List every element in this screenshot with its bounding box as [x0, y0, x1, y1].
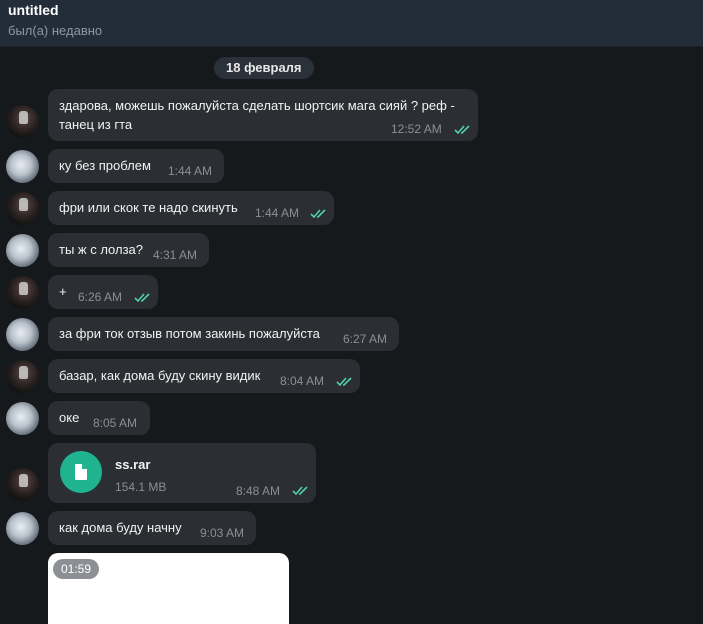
- avatar[interactable]: [6, 318, 39, 351]
- message-bubble[interactable]: здарова, можешь пожалуйста сделать шортс…: [48, 89, 478, 141]
- message-text: базар, как дома буду скину видик: [59, 368, 261, 383]
- message-time: 1:44 AM: [168, 164, 213, 178]
- avatar[interactable]: [6, 192, 39, 225]
- message-bubble[interactable]: ты ж с лолза? 4:31 AM: [48, 233, 209, 267]
- video-duration: 01:59: [53, 559, 100, 579]
- avatar[interactable]: [6, 105, 39, 138]
- message-text: +: [59, 284, 67, 299]
- avatar[interactable]: [6, 234, 39, 267]
- message-time: 6:26 AM: [78, 290, 123, 304]
- message-bubble[interactable]: ку без проблем 1:44 AM: [48, 149, 224, 183]
- message-text: здарова, можешь пожалуйста сделать шортс…: [59, 98, 455, 113]
- message-time: 4:31 AM: [153, 248, 198, 262]
- avatar[interactable]: [6, 468, 39, 501]
- last-seen-status: был(а) недавно: [8, 23, 103, 38]
- file-icon[interactable]: [60, 451, 102, 493]
- message-time: 8:48 AM: [236, 484, 281, 498]
- file-message-bubble[interactable]: ss.rar 154.1 MB 8:48 AM: [48, 443, 316, 503]
- double-check-icon: [310, 209, 326, 219]
- date-divider: 18 февраля: [214, 57, 314, 79]
- message-bubble[interactable]: фри или скок те надо скинуть 1:44 AM: [48, 191, 334, 225]
- avatar[interactable]: [6, 276, 39, 309]
- message-text: ку без проблем: [59, 158, 151, 173]
- avatar[interactable]: [6, 512, 39, 545]
- message-text: фри или скок те надо скинуть: [59, 200, 238, 215]
- message-time: 6:27 AM: [343, 332, 388, 346]
- message-bubble[interactable]: за фри ток отзыв потом закинь пожалуйста…: [48, 317, 399, 351]
- video-message[interactable]: 01:59: [48, 553, 289, 624]
- message-bubble[interactable]: базар, как дома буду скину видик 8:04 AM: [48, 359, 360, 393]
- message-time: 1:44 AM: [255, 206, 300, 220]
- avatar[interactable]: [6, 360, 39, 393]
- double-check-icon: [134, 293, 150, 303]
- message-text: за фри ток отзыв потом закинь пожалуйста: [59, 326, 320, 341]
- message-time: 8:05 AM: [93, 416, 138, 430]
- chat-title[interactable]: untitled: [8, 2, 59, 18]
- message-time: 9:03 AM: [200, 526, 245, 540]
- message-text: танец из гта: [59, 117, 133, 132]
- double-check-icon: [292, 486, 308, 496]
- message-time: 12:52 AM: [391, 122, 442, 136]
- file-name: ss.rar: [115, 457, 151, 472]
- double-check-icon: [336, 377, 352, 387]
- message-bubble[interactable]: + 6:26 AM: [48, 275, 158, 309]
- double-check-icon: [454, 125, 470, 135]
- avatar[interactable]: [6, 402, 39, 435]
- document-icon: [75, 464, 87, 480]
- message-text: ты ж с лолза?: [59, 242, 144, 257]
- message-bubble[interactable]: оке 8:05 AM: [48, 401, 150, 435]
- file-size: 154.1 MB: [115, 480, 167, 494]
- avatar[interactable]: [6, 150, 39, 183]
- message-bubble[interactable]: как дома буду начну 9:03 AM: [48, 511, 256, 545]
- message-time: 8:04 AM: [280, 374, 325, 388]
- message-text: как дома буду начну: [59, 520, 182, 535]
- message-list[interactable]: 18 февраля здарова, можешь пожалуйста сд…: [0, 47, 703, 624]
- chat-header[interactable]: untitled был(а) недавно: [0, 0, 703, 47]
- message-text: оке: [59, 410, 80, 425]
